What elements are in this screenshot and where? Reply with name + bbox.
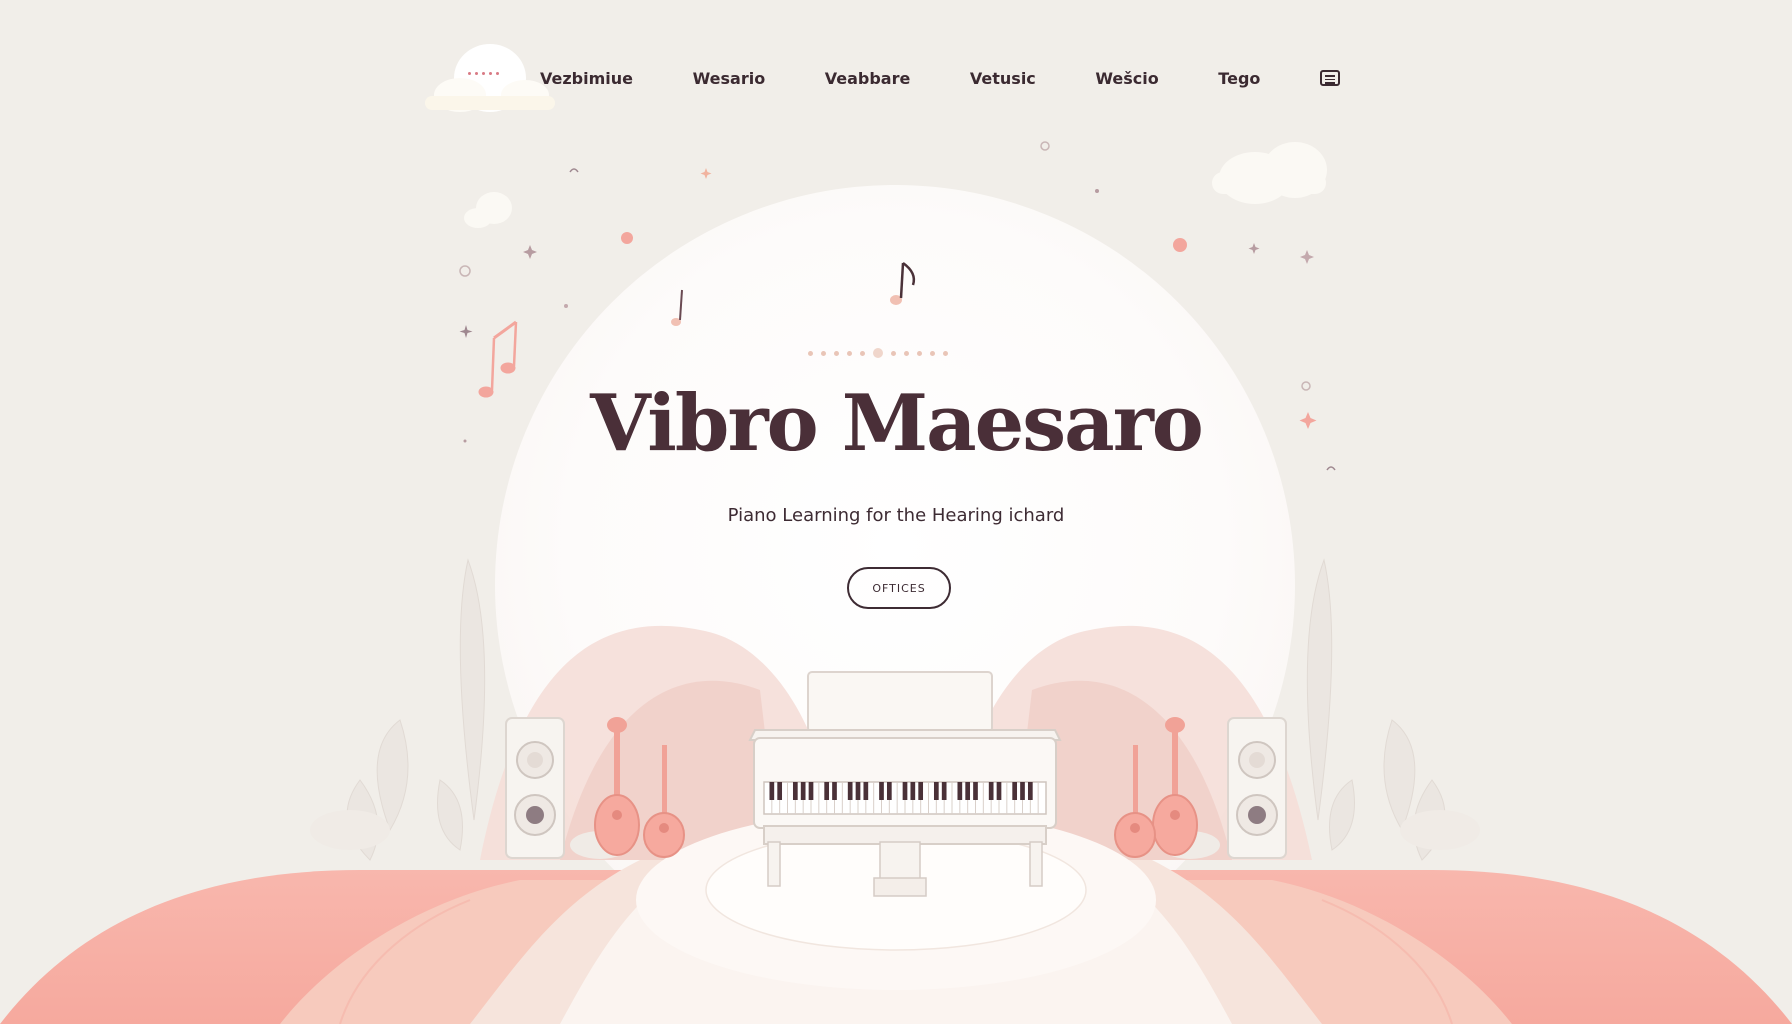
music-note-icon (890, 261, 916, 305)
nav-item-2[interactable]: Wesario (693, 69, 766, 88)
nav-item-6[interactable]: Tego (1218, 69, 1260, 88)
nav-item-3[interactable]: Veabbare (825, 69, 911, 88)
menu-icon[interactable] (1319, 70, 1340, 86)
speaker-icon (1227, 717, 1287, 859)
nav-item-5[interactable]: Wešcio (1095, 69, 1158, 88)
landing-page: Vezbimiue Wesario Veabbare Vetusic Wešci… (0, 0, 1792, 1024)
speaker-icon (505, 717, 565, 859)
hero-subtitle: Piano Learning for the Hearing ichard (727, 505, 1065, 526)
cloud-logo-icon[interactable] (420, 40, 560, 112)
hero-title: Vibro Maesaro (590, 378, 1204, 469)
nav-item-1[interactable]: Vezbimiue (540, 69, 633, 88)
dots-divider (808, 348, 948, 358)
nav-item-4[interactable]: Vetusic (970, 69, 1036, 88)
cta-button[interactable]: OFTICES (847, 567, 951, 609)
top-nav: Vezbimiue Wesario Veabbare Vetusic Wešci… (540, 58, 1340, 98)
logo-dots (468, 72, 499, 75)
music-note-icon (671, 289, 683, 326)
